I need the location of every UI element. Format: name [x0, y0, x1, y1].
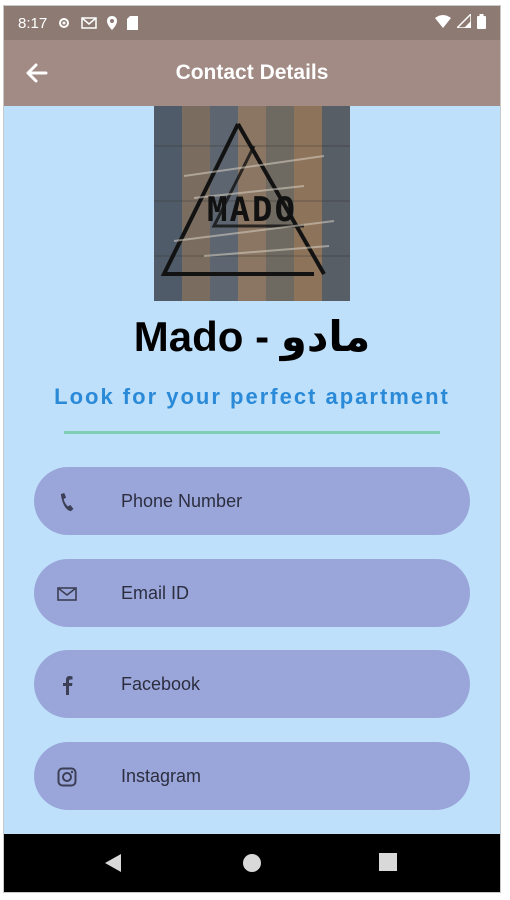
battery-icon — [477, 13, 486, 33]
tagline: Look for your perfect apartment — [54, 384, 450, 409]
back-arrow-icon[interactable] — [24, 60, 50, 86]
email-label: Email ID — [121, 583, 190, 603]
phone-number-field[interactable]: Phone Number — [34, 467, 470, 535]
status-time: 8:17 — [18, 14, 48, 32]
email-icon — [56, 583, 78, 605]
facebook-field[interactable]: Facebook — [34, 650, 470, 718]
divider — [64, 431, 440, 434]
mado-logo: MADO — [154, 106, 350, 301]
status-bar: 8:17 — [4, 6, 500, 40]
nav-home-icon[interactable] — [242, 853, 262, 878]
facebook-label: Facebook — [121, 674, 201, 694]
brand-name: Mado - مادو — [133, 313, 371, 360]
sd-card-icon — [127, 16, 139, 30]
app-screen: 8:17 Contact Details MADO Mado - مادو Lo… — [4, 6, 500, 892]
system-nav-bar — [4, 834, 500, 892]
wifi-icon — [435, 14, 451, 32]
logo-text: MADO — [207, 190, 297, 230]
nav-recents-icon[interactable] — [379, 853, 397, 876]
settings-icon — [57, 16, 71, 30]
nav-back-icon[interactable] — [104, 853, 122, 878]
facebook-icon — [56, 674, 78, 696]
location-icon — [107, 16, 118, 30]
instagram-icon — [56, 766, 78, 788]
gmail-icon — [81, 17, 97, 29]
email-field[interactable]: Email ID — [34, 559, 470, 627]
app-bar: Contact Details — [4, 40, 500, 106]
instagram-field[interactable]: Instagram — [34, 742, 470, 810]
signal-icon — [455, 12, 472, 32]
page-title: Contact Details — [175, 61, 329, 84]
phone-number-label: Phone Number — [121, 491, 243, 511]
phone-icon — [56, 491, 78, 513]
instagram-label: Instagram — [121, 766, 202, 786]
